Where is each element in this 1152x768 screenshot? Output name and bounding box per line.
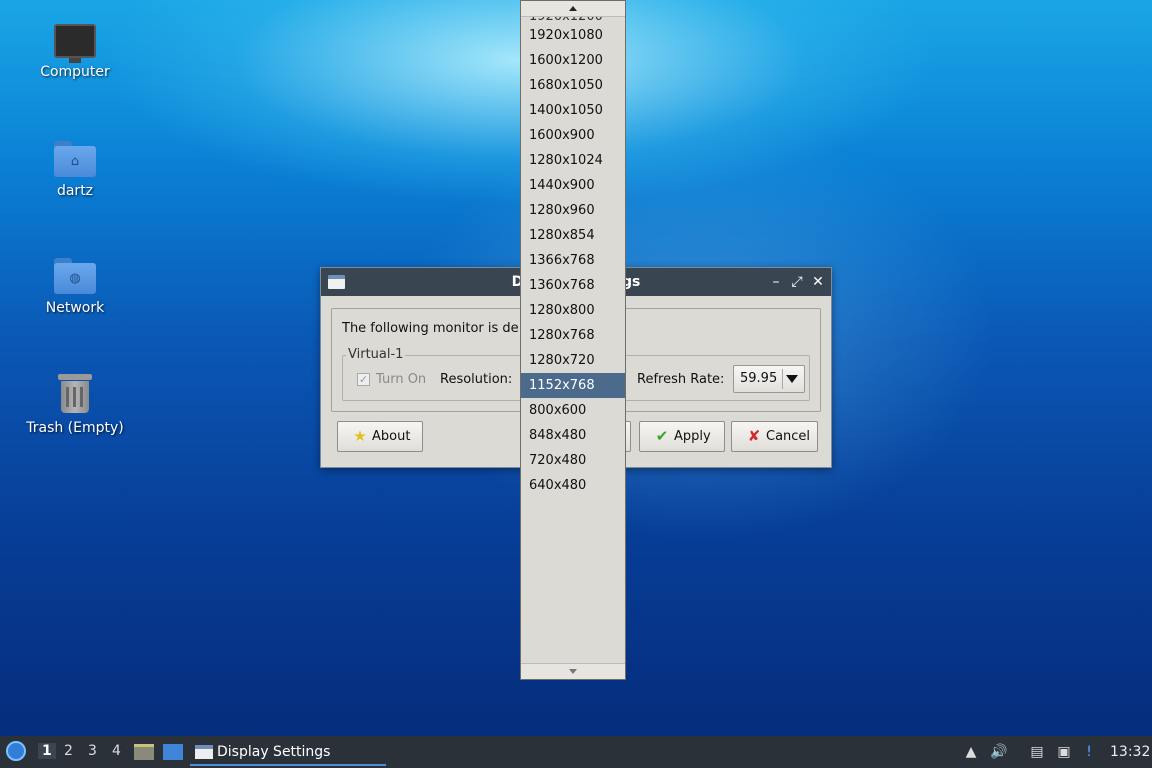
apply-button-label: Apply (674, 429, 711, 444)
show-desktop-icon[interactable] (163, 744, 183, 760)
desktop-icon-label: Trash (Empty) (26, 420, 124, 436)
desktop-icon-label: dartz (56, 183, 94, 199)
checkmark-icon: ✔ (655, 427, 669, 445)
cancel-x-icon: ✘ (747, 427, 761, 445)
turn-on-checkbox[interactable]: ✓ (357, 373, 370, 386)
close-icon[interactable]: ✕ (809, 272, 827, 292)
resolution-option[interactable]: 1280x720 (521, 348, 625, 373)
resolution-option[interactable]: 800x600 (521, 398, 625, 423)
resolution-option[interactable]: 1600x1200 (521, 48, 625, 73)
resolution-option[interactable]: 1366x768 (521, 248, 625, 273)
refresh-rate-label: Refresh Rate: (637, 372, 725, 387)
scroll-down-arrow[interactable] (521, 663, 625, 679)
home-folder-icon: ⌂ (54, 141, 96, 177)
file-manager-icon[interactable] (134, 744, 154, 760)
resolution-option[interactable]: 1280x854 (521, 223, 625, 248)
resolution-dropdown-list[interactable]: 1920x1200 1920x1080 1600x1200 1680x1050 140… (520, 0, 626, 680)
resolution-option-selected[interactable]: 1152x768 (521, 373, 625, 398)
desktop-icon-trash[interactable]: Trash (Empty) (10, 374, 140, 436)
arrow-down-icon (569, 669, 577, 674)
workspace-3[interactable]: 3 (88, 743, 97, 759)
turn-on-label: Turn On (376, 372, 427, 387)
workspace-4[interactable]: 4 (112, 743, 121, 759)
cancel-button[interactable]: ✘ Cancel (731, 421, 818, 452)
app-menu-icon[interactable] (6, 741, 26, 761)
resolution-option[interactable]: 1400x1050 (521, 98, 625, 123)
star-icon: ★ (353, 427, 367, 445)
volume-icon[interactable]: 🔊 (990, 743, 1008, 761)
taskbar-item-label: Display Settings (217, 744, 331, 760)
scroll-up-arrow[interactable] (521, 1, 625, 17)
resolution-options: 1920x1200 1920x1080 1600x1200 1680x1050 140… (521, 11, 625, 498)
window-icon (195, 745, 213, 759)
resolution-option[interactable]: 1920x1080 (521, 23, 625, 48)
network-icon[interactable]: ▣ (1055, 743, 1073, 761)
resolution-option[interactable]: 1280x960 (521, 198, 625, 223)
about-button[interactable]: ★ About (337, 421, 423, 452)
maximize-icon[interactable]: ⤢ (788, 272, 806, 292)
tray-expand-icon[interactable]: ▲ (962, 743, 980, 761)
monitor-group-label: Virtual-1 (346, 347, 406, 362)
refresh-rate-value: 59.95 (740, 371, 778, 386)
desktop-icon-dartz[interactable]: ⌂ dartz (10, 141, 140, 199)
resolution-option[interactable]: 1600x900 (521, 123, 625, 148)
notification-icon[interactable]: ! (1080, 743, 1098, 761)
resolution-option[interactable]: 1680x1050 (521, 73, 625, 98)
minimize-icon[interactable]: – (767, 272, 785, 292)
cancel-button-label: Cancel (766, 429, 811, 444)
chevron-down-icon (786, 375, 798, 383)
resolution-option[interactable]: 1280x1024 (521, 148, 625, 173)
resolution-option[interactable]: 1280x768 (521, 323, 625, 348)
clock: 13:32 (1110, 744, 1151, 760)
computer-icon (54, 24, 96, 63)
resolution-option[interactable]: 848x480 (521, 423, 625, 448)
resolution-option[interactable]: 720x480 (521, 448, 625, 473)
resolution-label: Resolution: (440, 372, 513, 387)
network-folder-icon: ◍ (54, 258, 96, 294)
workspace-2[interactable]: 2 (64, 743, 73, 759)
about-button-label: About (372, 429, 411, 444)
desktop-icon-network[interactable]: ◍ Network (10, 258, 140, 316)
trash-icon (58, 374, 92, 414)
monitor-info-text: The following monitor is de (342, 321, 519, 336)
taskbar-item-display-settings[interactable]: Display Settings (190, 738, 386, 766)
taskbar: 1 2 3 4 Display Settings ▲ 🔊 ▤ ▣ ! 13:32 (0, 736, 1152, 768)
desktop-icon-computer[interactable]: Computer (10, 24, 140, 80)
apply-button[interactable]: ✔ Apply (639, 421, 725, 452)
resolution-option[interactable]: 1280x800 (521, 298, 625, 323)
resolution-option[interactable]: 1360x768 (521, 273, 625, 298)
arrow-up-icon (569, 6, 577, 11)
clipboard-icon[interactable]: ▤ (1028, 743, 1046, 761)
refresh-rate-select[interactable]: 59.95 (733, 365, 805, 393)
desktop-icon-label: Network (45, 300, 105, 316)
workspace-1[interactable]: 1 (38, 743, 56, 759)
resolution-option[interactable]: 640x480 (521, 473, 625, 498)
resolution-option[interactable]: 1440x900 (521, 173, 625, 198)
desktop-icon-label: Computer (40, 64, 110, 80)
